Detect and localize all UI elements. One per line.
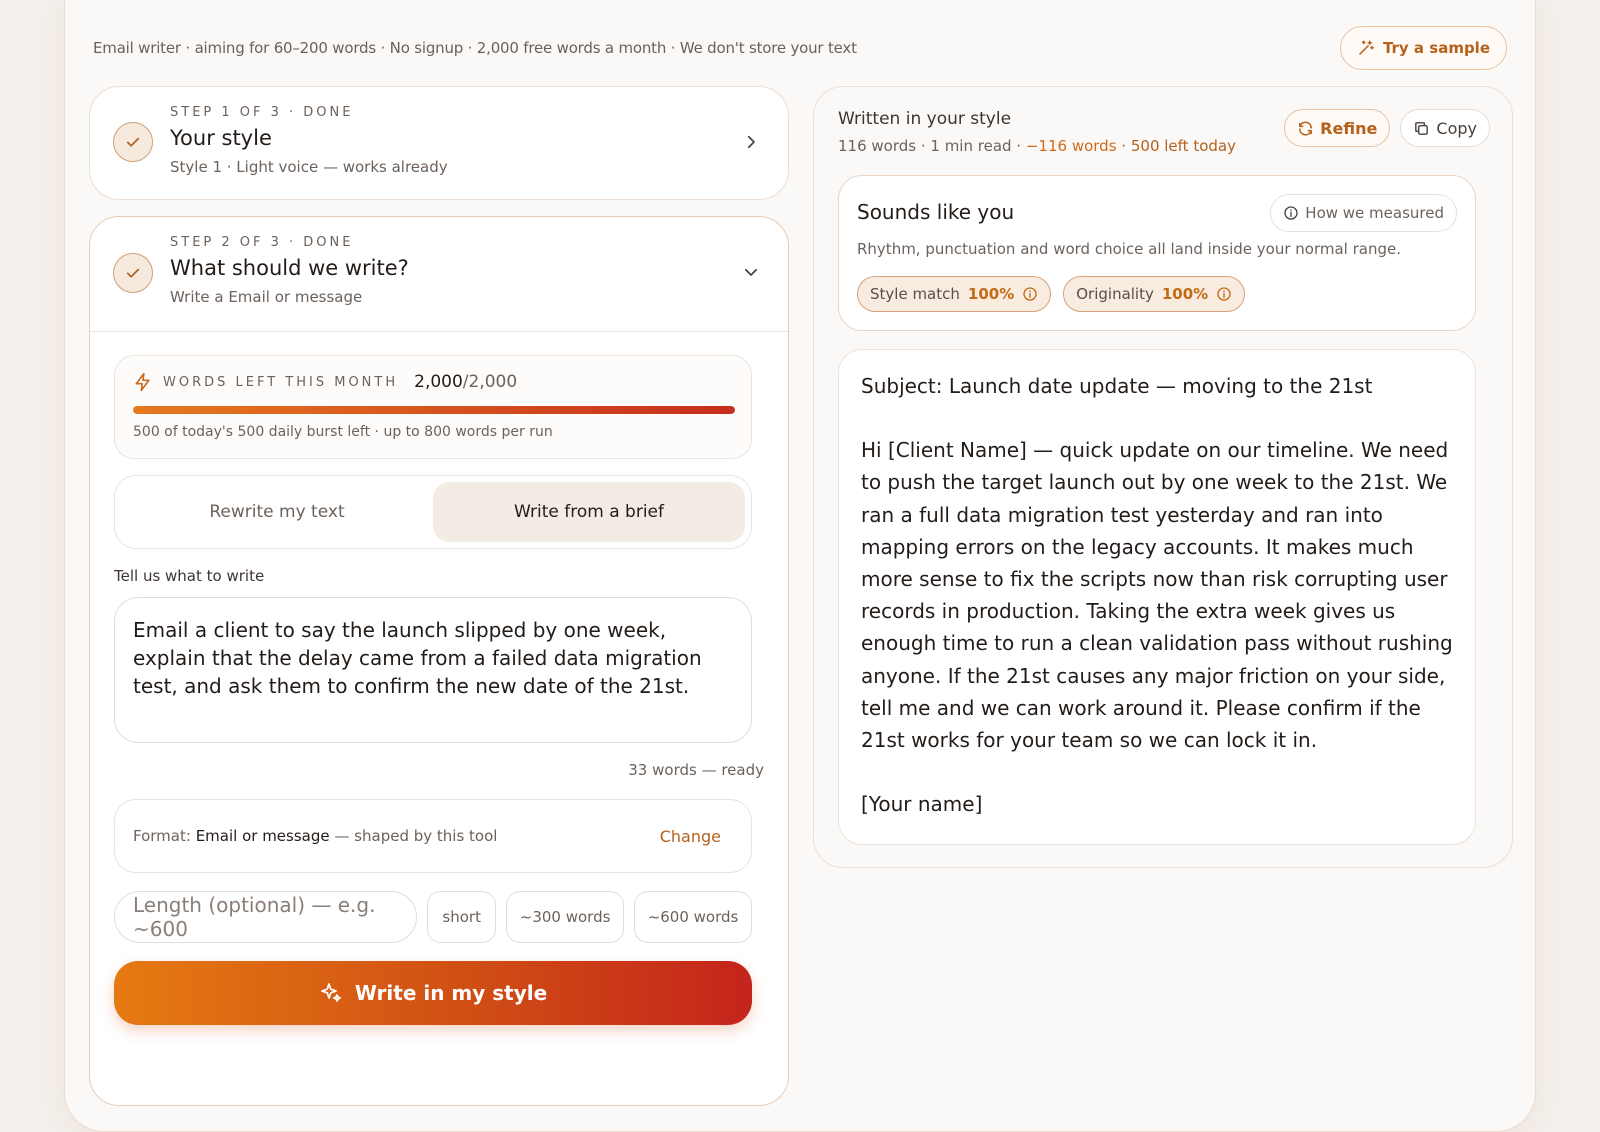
format-text: Format: Email or message — shaped by thi… <box>133 827 497 845</box>
sounds-like-you-panel: Sounds like you How we measured Rhythm, … <box>838 175 1476 331</box>
output-subject: Subject: Launch date update — moving to … <box>861 374 1373 398</box>
length-chip-600[interactable]: ~600 words <box>634 891 752 943</box>
style-match-value: 100% <box>967 285 1015 303</box>
style-match-label: Style match <box>870 285 960 303</box>
output-signoff: [Your name] <box>861 792 983 817</box>
write-button-label: Write in my style <box>354 981 548 1005</box>
mode-toggle: Rewrite my text Write from a brief <box>114 475 752 549</box>
app-window: Email writer · aiming for 60–200 words ·… <box>64 0 1536 1132</box>
info-icon <box>1217 287 1231 301</box>
tagline: Email writer · aiming for 60–200 words ·… <box>93 39 857 57</box>
chevron-down-icon[interactable] <box>742 263 760 281</box>
words-left-panel: WORDS LEFT THIS MONTH 2,000/2,000 500 of… <box>114 355 752 459</box>
words-left-total: /2,000 <box>462 372 518 392</box>
format-panel: Format: Email or message — shaped by thi… <box>114 799 752 873</box>
output-meta-delta: −116 words <box>1025 137 1117 155</box>
output-meta: 116 words · 1 min read · −116 words · 50… <box>838 137 1236 155</box>
format-suffix: — shaped by this tool <box>334 827 498 845</box>
format-value: Email or message <box>195 827 330 845</box>
format-change-link[interactable]: Change <box>660 827 721 846</box>
brief-word-count: 33 words — ready <box>628 761 764 779</box>
step-2-kicker: STEP 2 OF 3 · DONE <box>170 235 354 250</box>
refine-button[interactable]: Refine <box>1284 109 1391 147</box>
words-progress-bar <box>133 406 735 414</box>
length-chip-short[interactable]: short <box>427 891 497 943</box>
copy-label: Copy <box>1436 118 1477 138</box>
refresh-icon <box>1299 120 1313 136</box>
mode-brief-option[interactable]: Write from a brief <box>433 482 745 542</box>
lightning-icon <box>135 372 150 392</box>
output-meta-left: 500 left today <box>1130 137 1236 155</box>
words-progress-fill <box>133 406 735 414</box>
mode-rewrite-option[interactable]: Rewrite my text <box>121 482 433 542</box>
words-left-note: 500 of today's 500 daily burst left · up… <box>133 424 553 440</box>
write-in-my-style-button[interactable]: Write in my style <box>114 961 752 1025</box>
divider <box>90 331 788 332</box>
sparkles-icon <box>320 983 341 1002</box>
magic-wand-icon <box>1359 40 1374 55</box>
length-chip-300[interactable]: ~300 words <box>506 891 625 943</box>
copy-icon <box>1415 121 1429 135</box>
chevron-right-icon[interactable] <box>742 133 760 151</box>
output-meta-words: 116 words · 1 min read · <box>838 137 1022 155</box>
step-1-card[interactable]: STEP 1 OF 3 · DONE Your style Style 1 · … <box>89 86 789 200</box>
sounds-description: Rhythm, punctuation and word choice all … <box>857 240 1402 258</box>
refine-label: Refine <box>1320 118 1378 138</box>
info-icon <box>1023 287 1037 301</box>
words-left-kicker: WORDS LEFT THIS MONTH <box>163 374 399 390</box>
score-badges: Style match 100% Originality 100% <box>857 276 1246 312</box>
length-row: Length (optional) — e.g. ~600 short ~300… <box>114 891 752 943</box>
copy-button[interactable]: Copy <box>1400 109 1490 147</box>
brief-textarea[interactable]: Email a client to say the launch slipped… <box>114 597 752 743</box>
format-prefix: Format: <box>133 827 191 845</box>
originality-badge[interactable]: Originality 100% <box>1063 276 1246 312</box>
info-icon <box>1284 206 1298 220</box>
brief-label: Tell us what to write <box>114 567 265 585</box>
check-icon <box>113 253 153 293</box>
output-text[interactable]: Subject: Launch date update — moving to … <box>838 349 1476 845</box>
try-sample-button[interactable]: Try a sample <box>1339 26 1507 70</box>
how-we-measured-button[interactable]: How we measured <box>1270 194 1457 232</box>
output-meta-sep: · <box>1121 137 1127 155</box>
step-1-kicker: STEP 1 OF 3 · DONE <box>170 105 354 120</box>
output-title: Written in your style <box>838 109 1012 129</box>
style-match-badge[interactable]: Style match 100% <box>857 276 1052 312</box>
step-2-subtitle: Write a Email or message <box>170 288 363 306</box>
originality-label: Originality <box>1076 285 1154 303</box>
how-we-measured-label: How we measured <box>1305 204 1444 222</box>
words-left-count: 2,000 <box>414 372 463 392</box>
output-card: Written in your style 116 words · 1 min … <box>813 86 1513 868</box>
length-input[interactable]: Length (optional) — e.g. ~600 <box>114 891 418 943</box>
check-icon <box>113 122 153 162</box>
sounds-title: Sounds like you <box>857 200 1015 224</box>
try-sample-label: Try a sample <box>1382 39 1490 57</box>
step-1-title: Your style <box>170 126 272 150</box>
step-2-card: STEP 2 OF 3 · DONE What should we write?… <box>89 216 789 1106</box>
top-bar: Email writer · aiming for 60–200 words ·… <box>93 26 1507 70</box>
step-2-title: What should we write? <box>170 256 409 280</box>
step-1-subtitle: Style 1 · Light voice — works already <box>170 158 448 176</box>
originality-value: 100% <box>1161 285 1209 303</box>
output-body: Hi [Client Name] — quick update on our t… <box>861 438 1453 753</box>
output-actions: Refine Copy <box>1284 109 1490 147</box>
